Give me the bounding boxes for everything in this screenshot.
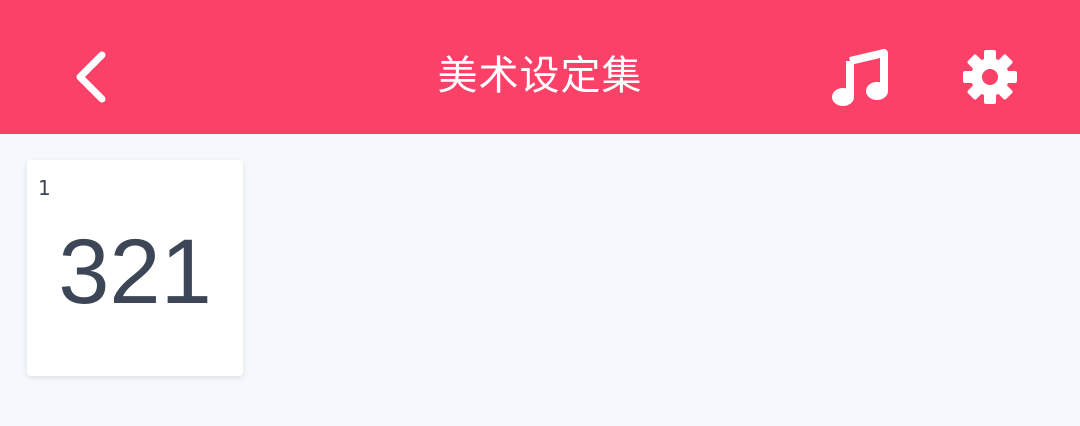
music-button[interactable] <box>818 37 902 117</box>
page-title: 美术设定集 <box>437 53 643 99</box>
chevron-left-icon <box>76 51 106 103</box>
set-card[interactable]: 1 321 <box>27 160 243 376</box>
card-value: 321 <box>58 221 212 323</box>
card-index: 1 <box>38 176 51 200</box>
settings-button[interactable] <box>948 37 1032 117</box>
app-bar: 美术设定集 <box>0 0 1080 134</box>
music-note-icon <box>832 49 888 106</box>
back-button[interactable] <box>52 37 132 117</box>
gear-icon <box>963 50 1017 104</box>
